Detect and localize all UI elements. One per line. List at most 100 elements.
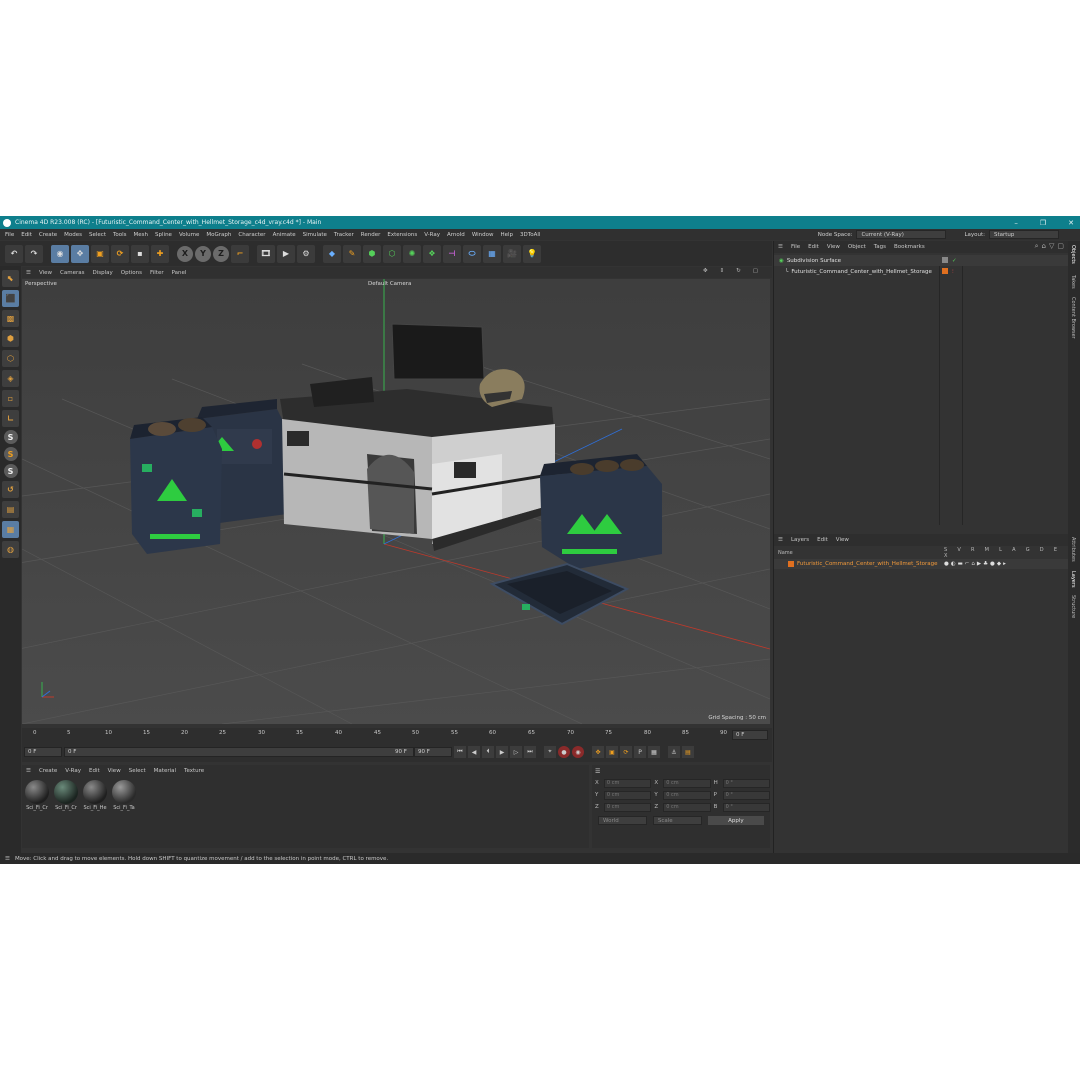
timeline-view-icon[interactable]: ▤ xyxy=(682,746,694,758)
material-hamburger-icon[interactable]: ☰ xyxy=(26,768,31,774)
current-frame-field[interactable]: 0 F xyxy=(732,730,768,740)
key-scale-icon[interactable]: ▣ xyxy=(606,746,618,758)
node-space-dropdown[interactable]: Current (V-Ray) xyxy=(856,230,947,239)
light-icon[interactable]: 💡 xyxy=(523,244,541,263)
subdivision-icon[interactable]: ⬢ xyxy=(363,244,381,263)
pen-icon[interactable]: ✎ xyxy=(343,244,361,263)
home-icon[interactable]: ⌂ xyxy=(1042,242,1046,251)
coordinate-system-icon[interactable]: ⌐ xyxy=(231,244,249,263)
maximize-button[interactable]: ❐ xyxy=(1040,219,1046,227)
menu-tools[interactable]: Tools xyxy=(113,232,127,238)
next-key-icon[interactable]: ▷ xyxy=(510,746,522,758)
layout-dropdown[interactable]: Startup xyxy=(989,230,1059,239)
rotation-p-field[interactable]: 0 ° xyxy=(722,790,770,800)
position-y-field[interactable]: 0 cm xyxy=(603,790,652,800)
tab-takes[interactable]: Takes xyxy=(1070,275,1076,289)
status-hamburger-icon[interactable]: ☰ xyxy=(5,856,10,862)
pan-icon[interactable]: ✥ xyxy=(703,268,708,274)
viewport-menu-cameras[interactable]: Cameras xyxy=(60,270,84,276)
material-swatch[interactable]: Sci_Fi_He xyxy=(82,780,108,811)
layers-hamburger-icon[interactable]: ☰ xyxy=(778,537,783,543)
polygons-mode-icon[interactable]: ◈ xyxy=(2,370,19,387)
menu-help[interactable]: Help xyxy=(501,232,514,238)
objects-menu-file[interactable]: File xyxy=(791,244,800,250)
visibility-dots-icon[interactable]: ⁝ xyxy=(952,269,954,275)
material-menu-create[interactable]: Create xyxy=(39,768,57,774)
material-menu-select[interactable]: Select xyxy=(129,768,146,774)
objects-hamburger-icon[interactable]: ☰ xyxy=(778,244,783,250)
object-row-subdivision[interactable]: ◉ Subdivision Surface ✓ xyxy=(774,255,1069,266)
size-mode-dropdown[interactable]: Scale xyxy=(652,816,702,825)
material-swatch[interactable]: Sci_Fi_Ta xyxy=(111,780,137,811)
menu-tracker[interactable]: Tracker xyxy=(334,232,354,238)
keyframe-selection-icon[interactable]: ⌖ xyxy=(544,746,556,758)
min-frame-slider[interactable]: 0 F xyxy=(64,747,414,757)
menu-select[interactable]: Select xyxy=(89,232,106,238)
menu-arnold[interactable]: Arnold xyxy=(447,232,465,238)
position-z-field[interactable]: 0 cm xyxy=(603,802,652,812)
uv-mode-icon[interactable]: ▫ xyxy=(2,390,19,407)
menu-volume[interactable]: Volume xyxy=(179,232,199,238)
objects-menu-tags[interactable]: Tags xyxy=(874,244,886,250)
position-x-field[interactable]: 0 cm xyxy=(603,778,652,788)
tab-layers[interactable]: Layers xyxy=(1070,571,1076,588)
object-row-command-center[interactable]: └ Futuristic_Command_Center_with_Hellmet… xyxy=(774,266,1069,277)
material-menu-view[interactable]: View xyxy=(108,768,121,774)
size-x-field[interactable]: 0 cm xyxy=(663,778,711,788)
grid-icon[interactable]: ▦ xyxy=(2,521,19,538)
material-swatch[interactable]: Sci_Fi_Cr xyxy=(24,780,50,811)
redo-icon[interactable]: ↷ xyxy=(25,244,43,263)
make-editable-icon[interactable]: ⬉ xyxy=(2,270,19,287)
z-axis-icon[interactable]: Z xyxy=(213,245,229,262)
floor-icon[interactable]: ▦ xyxy=(483,244,501,263)
menu-spline[interactable]: Spline xyxy=(155,232,172,238)
tab-objects[interactable]: Objects xyxy=(1070,245,1076,264)
go-to-start-icon[interactable]: ⏮ xyxy=(454,746,466,758)
autokey-icon[interactable]: ◉ xyxy=(572,746,584,758)
viewport-hamburger-icon[interactable]: ☰ xyxy=(26,270,31,276)
filter-icon[interactable]: ▽ xyxy=(1049,242,1054,251)
viewport-menu-panel[interactable]: Panel xyxy=(172,270,187,276)
minimize-button[interactable]: – xyxy=(1014,219,1018,227)
objects-menu-object[interactable]: Object xyxy=(848,244,866,250)
model-mode-icon[interactable]: ⬛ xyxy=(2,290,19,307)
tab-structure[interactable]: Structure xyxy=(1070,595,1076,618)
objects-menu-bookmarks[interactable]: Bookmarks xyxy=(894,244,925,250)
objects-menu-edit[interactable]: Edit xyxy=(808,244,819,250)
tab-content-browser[interactable]: Content Browser xyxy=(1070,297,1076,339)
previous-key-icon[interactable]: ◀ xyxy=(468,746,480,758)
key-rotation-icon[interactable]: ⟳ xyxy=(620,746,632,758)
rotation-b-field[interactable]: 0 ° xyxy=(722,802,770,812)
record-icon[interactable]: ● xyxy=(558,746,570,758)
end-frame-field[interactable]: 90 F xyxy=(414,747,452,757)
menu-file[interactable]: File xyxy=(5,232,14,238)
tab-attributes[interactable]: Attributes xyxy=(1070,537,1076,562)
objects-menu-view[interactable]: View xyxy=(827,244,840,250)
material-swatch[interactable]: Sci_Fi_Cr xyxy=(53,780,79,811)
layer-toggle-icons[interactable]: ●◐▬⌐⌂▶♣●◆▸ xyxy=(944,561,1008,567)
lock-workplane-icon[interactable]: ◍ xyxy=(2,541,19,558)
visibility-flag-icon[interactable] xyxy=(942,257,948,263)
camera-icon[interactable]: 🎥 xyxy=(503,244,521,263)
enabled-check-icon[interactable]: ✓ xyxy=(952,258,957,264)
menu-mesh[interactable]: Mesh xyxy=(134,232,148,238)
menu-extensions[interactable]: Extensions xyxy=(387,232,417,238)
cloner-icon[interactable]: ✺ xyxy=(403,244,421,263)
workplane-icon[interactable]: ▤ xyxy=(2,501,19,518)
maximize-view-icon[interactable]: ▢ xyxy=(753,268,758,274)
max-frame-field[interactable]: 90 F xyxy=(392,747,412,757)
perspective-viewport[interactable]: Perspective Default Camera Grid Spacing … xyxy=(22,279,770,724)
menu-render[interactable]: Render xyxy=(361,232,381,238)
snap-icon[interactable]: S xyxy=(3,430,18,444)
layer-color-flag-icon[interactable] xyxy=(942,268,948,274)
menu-character[interactable]: Character xyxy=(238,232,265,238)
menu-simulate[interactable]: Simulate xyxy=(303,232,327,238)
menu-create[interactable]: Create xyxy=(39,232,57,238)
material-menu-material[interactable]: Material xyxy=(154,768,176,774)
viewport-menu-filter[interactable]: Filter xyxy=(150,270,164,276)
rotation-h-field[interactable]: 0 ° xyxy=(722,778,770,788)
menu-vray[interactable]: V-Ray xyxy=(424,232,440,238)
menu-3dtoall[interactable]: 3DToAll xyxy=(520,232,540,238)
size-z-field[interactable]: 0 cm xyxy=(663,802,711,812)
start-frame-field[interactable]: 0 F xyxy=(24,747,62,757)
